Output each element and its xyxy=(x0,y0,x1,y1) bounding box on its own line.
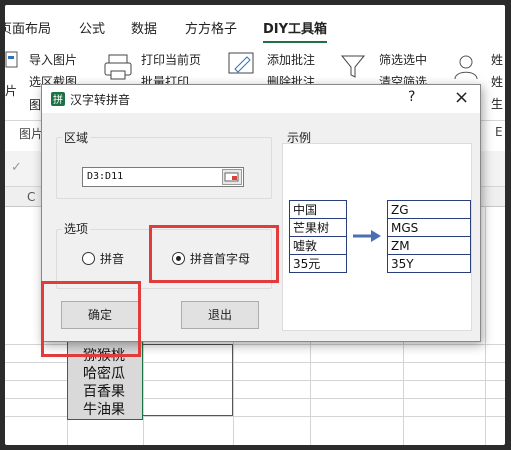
ribbon-group-right: E xyxy=(495,125,503,139)
dialog-titlebar[interactable]: 拼 汉字转拼音 ? × xyxy=(42,85,480,113)
screenshot-frame: 页面布局 公式 数据 方方格子 DIY工具箱 片 图 导入图片 选区截图 打印当… xyxy=(0,0,511,450)
example-source-cell: 嘘敦 xyxy=(289,236,347,255)
grid-line xyxy=(485,207,486,445)
tab-page-layout[interactable]: 页面布局 xyxy=(5,18,51,37)
excel-window: 页面布局 公式 数据 方方格子 DIY工具箱 片 图 导入图片 选区截图 打印当… xyxy=(5,5,505,445)
help-button[interactable]: ? xyxy=(408,89,415,105)
example-result-cell: ZM xyxy=(387,236,471,255)
cell-d11[interactable]: 牛油果 xyxy=(83,399,125,419)
check-icon: ✓ xyxy=(11,160,22,175)
filter-icon xyxy=(340,55,366,78)
example-result-cell: 35Y xyxy=(387,254,471,273)
dialog-title: 汉字转拼音 xyxy=(70,93,131,107)
printer-icon xyxy=(104,54,132,80)
app-icon: 拼 xyxy=(51,92,65,106)
filter-selected-button[interactable]: 筛选选中 xyxy=(379,51,427,68)
cell-d9[interactable]: 哈密瓜 xyxy=(83,363,125,383)
ribbon-fragment-label: 片 xyxy=(5,84,18,98)
print-current-page-button[interactable]: 打印当前页 xyxy=(141,51,201,68)
example-result-cell: ZG xyxy=(387,200,471,219)
range-group-label: 区域 xyxy=(62,129,91,146)
close-button[interactable]: × xyxy=(454,87,469,108)
add-comment-button[interactable]: 添加批注 xyxy=(267,51,315,68)
range-picker-button[interactable] xyxy=(222,169,242,185)
ribbon-group-picture: 图片 xyxy=(19,127,44,141)
column-header-c[interactable]: C xyxy=(27,190,35,204)
example-source-cell: 芒果树 xyxy=(289,218,347,237)
arrow-right-icon xyxy=(353,230,381,242)
radio-pinyin[interactable] xyxy=(82,252,95,265)
example-result-cell: MGS xyxy=(387,218,471,237)
range-picker-icon xyxy=(224,172,239,182)
target-column-border xyxy=(143,344,233,416)
example-source-table: 中国 芒果树 嘘敦 35元 xyxy=(289,200,347,273)
example-panel: 中国 芒果树 嘘敦 35元 ZG MGS ZM 35Y xyxy=(282,143,472,331)
highlight-box-ok xyxy=(41,281,141,357)
import-picture-button[interactable]: 导入图片 xyxy=(29,51,77,68)
tab-formulas[interactable]: 公式 xyxy=(79,18,105,37)
tab-data[interactable]: 数据 xyxy=(131,18,157,37)
tab-diy-toolbox[interactable]: DIY工具箱 xyxy=(263,18,328,43)
ribbon-right-label-1: 姓 xyxy=(491,53,504,67)
example-result-table: ZG MGS ZM 35Y xyxy=(387,200,471,273)
radio-pinyin-label[interactable]: 拼音 xyxy=(100,250,124,267)
range-input[interactable]: D3:D11 xyxy=(82,167,244,187)
exit-button[interactable]: 退出 xyxy=(181,301,259,329)
cell-d10[interactable]: 百香果 xyxy=(83,381,125,401)
ribbon-fragment-label-2: 图 xyxy=(29,98,42,112)
ribbon-right-label-2: 姓 xyxy=(491,75,504,89)
ribbon-tab-bar: 页面布局 公式 数据 方方格子 DIY工具箱 xyxy=(5,5,505,43)
example-source-cell: 35元 xyxy=(289,254,347,273)
comment-icon xyxy=(228,52,254,74)
highlight-box-option xyxy=(149,225,279,283)
ribbon-right-label-3: 生 xyxy=(491,97,504,111)
tab-fangfang[interactable]: 方方格子 xyxy=(185,18,237,37)
picture-icon xyxy=(5,51,18,68)
svg-text:拼: 拼 xyxy=(53,93,63,106)
options-group-label: 选项 xyxy=(62,220,91,237)
user-icon xyxy=(454,55,478,80)
example-source-cell: 中国 xyxy=(289,200,347,219)
